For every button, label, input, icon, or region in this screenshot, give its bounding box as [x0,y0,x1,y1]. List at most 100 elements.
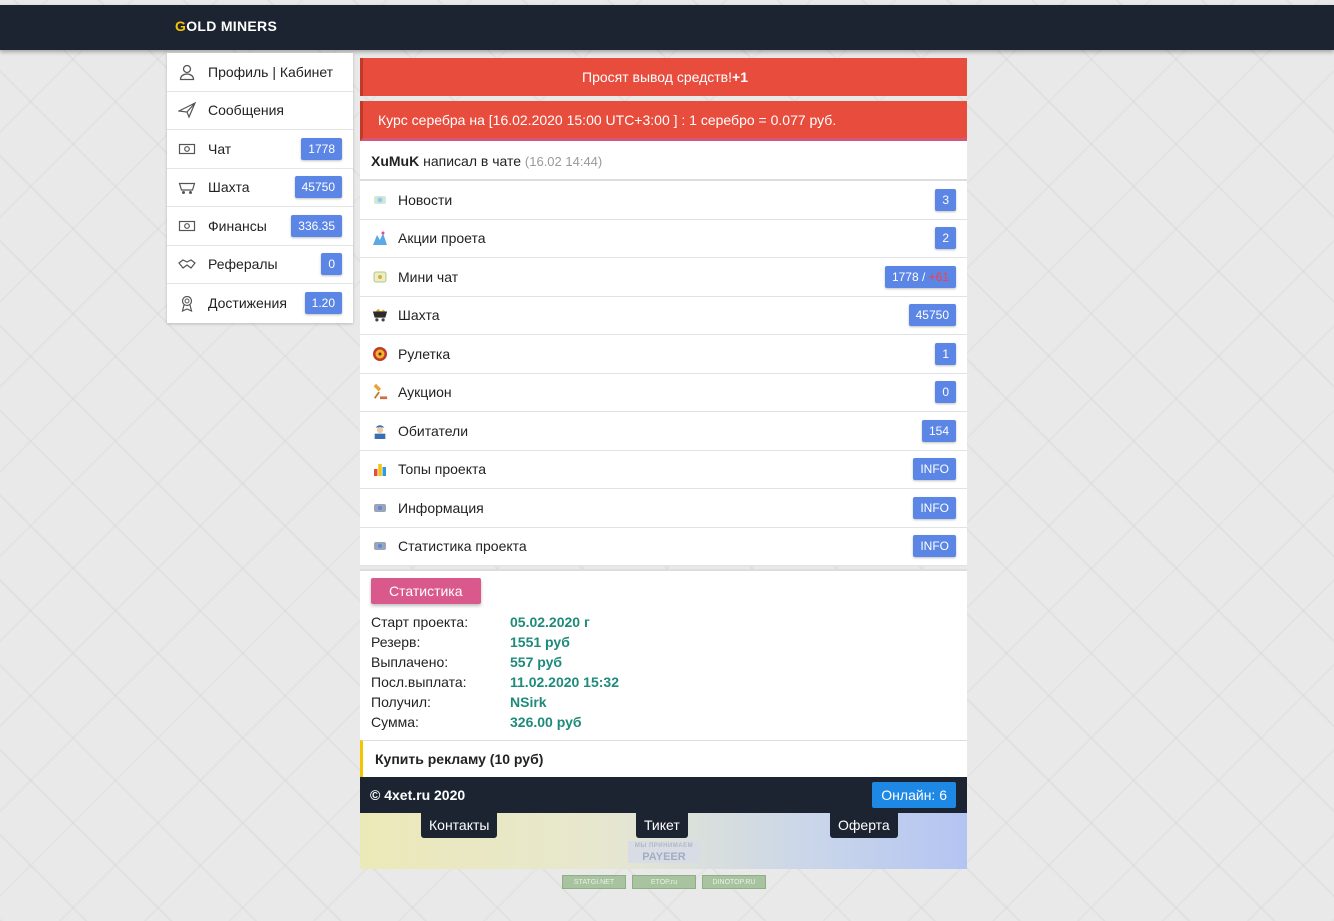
sidebar-item-referrals[interactable]: Рефералы 0 [167,246,353,284]
stat-row: Получил: NSirk [371,692,956,712]
count-badge: 1778 [301,137,342,160]
menu-item-information[interactable]: Информация INFO [360,489,967,528]
promo-icon [372,230,388,246]
count-badge: 45750 [908,304,956,327]
stat-value: 1551 руб [510,634,570,650]
count-badge: 1 [935,342,956,365]
menu-item-label: Информация [398,499,484,516]
counter-statgi[interactable]: STATGI.NET [562,875,626,889]
footer-links-strip: Контакты Тикет Оферта МЫ ПРИНИМАЕМ PAYEE… [360,813,967,869]
menu-item-promotions[interactable]: Акции проета 2 [360,220,967,258]
site-logo[interactable]: GOLD MINERS [175,18,277,34]
user-icon [178,63,196,81]
withdraw-alert-text: Просят вывод средств! [582,69,733,85]
sidebar-item-achievements[interactable]: Достижения 1.20 [167,284,353,323]
menu-item-auction[interactable]: Аукцион 0 [360,374,967,412]
silver-rate-text: Курс серебра на [16.02.2020 15:00 UTC+3:… [378,112,837,128]
chat-total: 1778 / [891,269,929,284]
money-icon [178,140,196,158]
handshake-icon [178,255,196,273]
mini-chat-icon [372,269,388,285]
info-badge: INFO [913,496,956,519]
withdraw-count: +1 [732,69,748,85]
sidebar-item-mine[interactable]: Шахта 45750 [167,169,353,207]
stat-value: 11.02.2020 15:32 [510,674,619,690]
main-content: Просят вывод средств!+1 Курс серебра на … [360,58,967,869]
tops-icon [372,461,388,477]
buy-ad-link[interactable]: Купить рекламу (10 руб) [360,740,967,777]
stat-key: Выплачено: [371,654,449,670]
payeer-brand: PAYEER [642,851,686,863]
menu-item-label: Мини чат [398,268,459,285]
stat-row: Посл.выплата: 11.02.2020 15:32 [371,672,956,692]
withdraw-alert[interactable]: Просят вывод средств!+1 [360,58,967,96]
count-badge: 3 [935,188,956,211]
copyright: © 4xet.ru 2020 [370,787,466,803]
chat-username[interactable]: XuMuK [371,153,419,169]
chat-new-count: +61 [928,269,949,284]
sidebar-item-label: Сообщения [208,102,284,119]
sidebar-item-label: Рефералы [208,256,278,273]
chat-action: написал в чате [419,153,525,169]
sidebar-item-finance[interactable]: Финансы 336.35 [167,207,353,246]
sidebar-item-messages[interactable]: Сообщения [167,92,353,130]
menu-item-label: Статистика проекта [398,538,527,555]
menu-item-label: Шахта [398,307,440,324]
count-badge: 336.35 [291,214,342,237]
sidebar-item-label: Достижения [208,295,287,312]
counter-dinotop[interactable]: DINOTOP.RU [702,875,766,889]
stat-row: Резерв: 1551 руб [371,632,956,652]
stat-value: 326.00 руб [510,714,582,730]
online-counter[interactable]: Онлайн: 6 [872,782,956,808]
menu-item-roulette[interactable]: Рулетка 1 [360,335,967,374]
payeer-logo[interactable]: МЫ ПРИНИМАЕМ PAYEER [628,841,700,863]
stat-row: Старт проекта: 05.02.2020 г [371,612,956,632]
menu-item-label: Аукцион [398,384,452,401]
stat-value: 05.02.2020 г [510,614,590,630]
sidebar-item-chat[interactable]: Чат 1778 [167,130,353,169]
stat-key: Резерв: [371,634,421,650]
info-badge: INFO [913,458,956,481]
count-badge: 1.20 [304,292,342,315]
ticket-link[interactable]: Тикет [636,813,688,838]
menu-item-label: Топы проекта [398,461,487,478]
menu-item-label: Рулетка [398,345,451,362]
menu-item-news[interactable]: Новости 3 [360,181,967,220]
stat-key: Посл.выплата: [371,674,467,690]
stat-key: Сумма: [371,714,419,730]
count-badge: 0 [935,381,956,404]
news-icon [372,192,388,208]
count-badge: 1778 / +61 [884,265,956,288]
award-icon [178,294,196,313]
sidebar-item-profile[interactable]: Профиль | Кабинет [167,53,353,92]
stats-button[interactable]: Статистика [371,578,481,604]
sidebar-item-label: Финансы [208,217,267,234]
silver-rate-banner: Курс серебра на [16.02.2020 15:00 UTC+3:… [360,101,967,141]
mine-cart-icon [178,178,196,196]
last-chat-message: XuMuK написал в чате (16.02 14:44) [360,141,967,181]
menu-item-label: Новости [398,191,453,208]
top-navbar: GOLD MINERS [0,5,1334,50]
stat-row: Сумма: 326.00 руб [371,712,956,732]
paper-plane-icon [178,101,196,119]
roulette-icon [372,346,388,362]
info-badge: INFO [913,535,956,558]
sidebar-item-label: Шахта [208,179,250,196]
menu-item-mine[interactable]: Шахта 45750 [360,297,967,335]
main-menu: Новости 3 Акции проета 2 Мини чат 1778 /… [360,181,967,566]
stat-value: NSirk [510,694,547,710]
offer-link[interactable]: Оферта [830,813,898,838]
menu-item-tops[interactable]: Топы проекта INFO [360,451,967,489]
miner-icon [372,423,388,439]
menu-item-mini-chat[interactable]: Мини чат 1778 / +61 [360,258,967,297]
stats-icon [372,538,388,554]
auction-hammer-icon [372,384,388,400]
menu-item-residents[interactable]: Обитатели 154 [360,412,967,451]
info-icon [372,500,388,516]
footer: © 4xet.ru 2020 Онлайн: 6 [360,777,967,813]
menu-item-label: Акции проета [398,230,486,247]
money-icon [178,217,196,235]
counter-etop[interactable]: ETOP.ru [632,875,696,889]
contacts-link[interactable]: Контакты [421,813,498,838]
menu-item-project-stats[interactable]: Статистика проекта INFO [360,528,967,566]
